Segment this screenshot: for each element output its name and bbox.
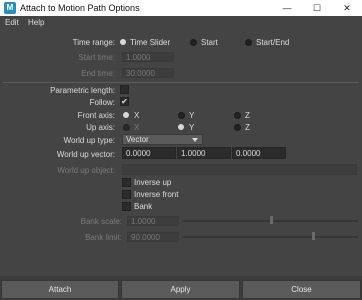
start-time-field[interactable]: 1.0000 xyxy=(122,52,174,62)
maya-app-icon: M xyxy=(4,2,16,14)
close-button[interactable]: Close xyxy=(242,280,361,299)
world-up-type-value: Vector xyxy=(126,135,149,144)
up-axis-x-label[interactable]: X xyxy=(134,123,139,132)
maximize-button[interactable]: ☐ xyxy=(302,0,332,16)
bank-limit-slider-handle[interactable] xyxy=(311,232,315,240)
up-axis-y-radio[interactable] xyxy=(178,124,184,130)
bank-limit-label: Bank limit: xyxy=(85,233,122,242)
up-axis-label: Up axis: xyxy=(86,123,115,132)
bank-checkbox[interactable] xyxy=(122,202,131,211)
time-range-start-radio[interactable] xyxy=(190,39,197,46)
time-range-start-end-radio[interactable] xyxy=(245,39,252,46)
world-up-type-dropdown[interactable]: Vector xyxy=(122,134,203,145)
menu-help[interactable]: Help xyxy=(28,18,44,27)
follow-label: Follow: xyxy=(89,98,115,107)
title-bar: M Attach to Motion Path Options — ☐ ✕ xyxy=(0,0,362,16)
time-range-label: Time range: xyxy=(72,38,115,47)
time-range-time-slider-radio[interactable] xyxy=(120,39,126,45)
end-time-field[interactable]: 30.0000 xyxy=(122,68,174,78)
front-axis-z-label[interactable]: Z xyxy=(245,111,250,120)
front-axis-label: Front axis: xyxy=(77,111,115,120)
bank-scale-label: Bank scale: xyxy=(80,217,122,226)
bank-limit-field[interactable]: 90.0000 xyxy=(127,232,179,242)
world-up-object-label: World up object: xyxy=(57,166,115,175)
up-axis-z-label[interactable]: Z xyxy=(245,123,250,132)
inverse-front-label[interactable]: Inverse front xyxy=(134,190,178,199)
minimize-button[interactable]: — xyxy=(272,0,302,16)
world-up-object-field[interactable] xyxy=(122,164,357,175)
time-range-start-end-label[interactable]: Start/End xyxy=(256,38,289,47)
inverse-up-label[interactable]: Inverse up xyxy=(134,178,171,187)
end-time-label: End time: xyxy=(81,69,115,78)
inverse-front-checkbox[interactable] xyxy=(122,190,131,199)
world-up-vector-x-field[interactable]: 0.0000 xyxy=(122,147,176,159)
divider xyxy=(3,82,359,83)
front-axis-y-label[interactable]: Y xyxy=(189,111,194,120)
inverse-up-checkbox[interactable] xyxy=(122,178,131,187)
chevron-down-icon xyxy=(192,138,198,142)
parametric-length-checkbox[interactable] xyxy=(120,85,129,94)
world-up-vector-label: World up vector: xyxy=(56,150,115,159)
attach-button[interactable]: Attach xyxy=(1,280,119,299)
front-axis-y-radio[interactable] xyxy=(178,112,185,119)
time-range-time-slider-label[interactable]: Time Slider xyxy=(130,38,170,47)
bank-scale-slider-handle[interactable] xyxy=(269,216,273,224)
menu-bar: Edit Help xyxy=(0,16,362,30)
apply-button[interactable]: Apply xyxy=(121,280,240,299)
close-window-button[interactable]: ✕ xyxy=(332,0,362,16)
menu-edit[interactable]: Edit xyxy=(5,18,19,27)
parametric-length-label: Parametric length: xyxy=(50,86,115,95)
window-title: Attach to Motion Path Options xyxy=(20,3,140,13)
front-axis-x-radio[interactable] xyxy=(123,112,129,118)
front-axis-x-label[interactable]: X xyxy=(134,111,139,120)
time-range-start-label[interactable]: Start xyxy=(201,38,218,47)
bank-limit-slider-track[interactable] xyxy=(183,236,358,238)
world-up-vector-z-field[interactable]: 0.0000 xyxy=(232,147,286,159)
up-axis-y-label[interactable]: Y xyxy=(189,123,194,132)
world-up-vector-y-field[interactable]: 1.0000 xyxy=(177,147,231,159)
front-axis-z-radio[interactable] xyxy=(234,112,241,119)
start-time-label: Start time: xyxy=(78,53,115,62)
bank-scale-field[interactable]: 1.0000 xyxy=(127,216,179,226)
up-axis-z-radio[interactable] xyxy=(234,124,241,131)
bank-label[interactable]: Bank xyxy=(134,202,152,211)
follow-checkbox[interactable]: ✔ xyxy=(120,97,129,106)
world-up-type-label: World up type: xyxy=(63,136,115,145)
up-axis-x-radio[interactable] xyxy=(123,124,130,131)
